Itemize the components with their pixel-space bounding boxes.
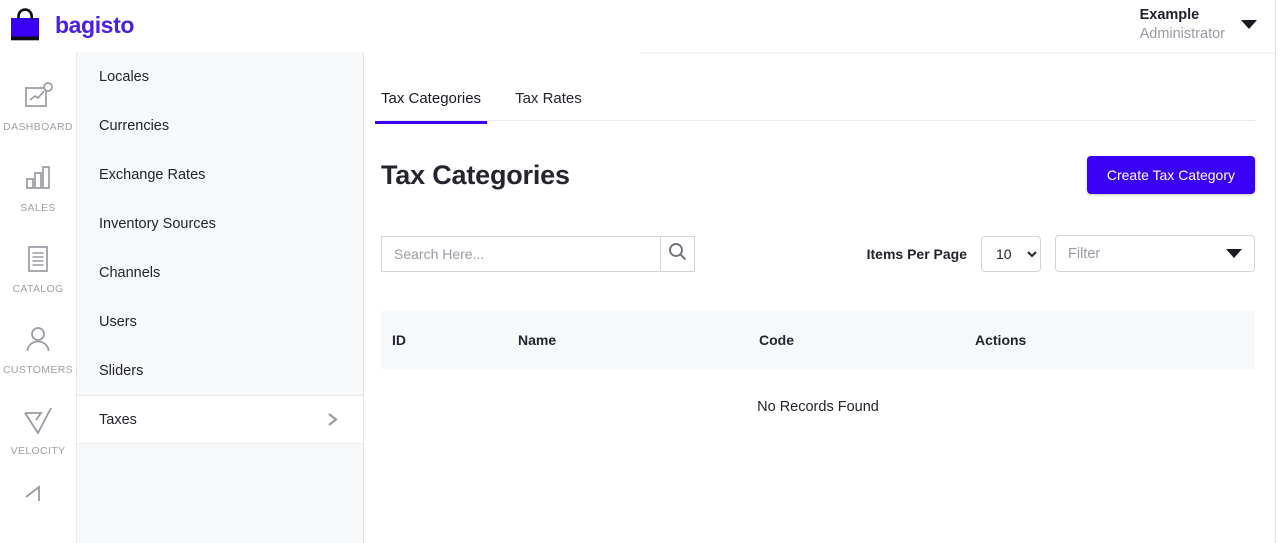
shopping-bag-icon [8,7,45,44]
sidebar-label-velocity: VELOCITY [10,445,66,457]
submenu-label-channels: Channels [99,264,161,281]
tab-tax-categories[interactable]: Tax Categories [374,90,488,124]
column-header-code[interactable]: Code [759,332,975,348]
sidebar-label-customers: CUSTOMERS [2,364,74,376]
submenu-label-currencies: Currencies [99,117,170,134]
search-group [381,235,695,272]
submenu-label-locales: Locales [99,68,149,85]
sidebar-item-customers[interactable]: CUSTOMERS [0,323,76,376]
caret-down-icon [1226,249,1242,258]
user-role: Administrator [1139,25,1225,42]
filter-dropdown[interactable]: Filter [1055,235,1255,272]
submenu-item-currencies[interactable]: Currencies [77,101,363,150]
submenu-item-taxes[interactable]: Taxes [77,395,363,444]
search-button[interactable] [660,235,695,272]
items-per-page-label: Items Per Page [866,245,967,262]
sidebar-item-partial[interactable] [0,485,76,519]
submenu-item-locales[interactable]: Locales [77,52,363,101]
sidebar-label-sales: SALES [20,202,56,214]
submenu-item-users[interactable]: Users [77,297,363,346]
velocity-check-icon [21,404,55,438]
filter-placeholder: Filter [1068,245,1101,262]
sidebar-item-dashboard[interactable]: DASHBOARD [0,80,76,133]
submenu-item-inventory-sources[interactable]: Inventory Sources [77,199,363,248]
create-tax-category-button[interactable]: Create Tax Category [1086,156,1255,194]
brand-name: bagisto [55,12,134,38]
pagination-filter-tools: Items Per Page 10 Filter [867,235,1255,272]
page-right-edge [1275,0,1284,543]
column-header-name[interactable]: Name [518,332,759,348]
submenu-item-exchange-rates[interactable]: Exchange Rates [77,150,363,199]
icon-sidebar: DASHBOARD SALES CATALOG CUSTOMERS VELOCI… [0,52,77,543]
header-shadow [640,52,1275,56]
submenu-label-users: Users [99,313,137,330]
submenu-label-sliders: Sliders [99,362,144,379]
tax-categories-table: ID Name Code Actions No Records Found [381,311,1255,444]
tab-label-tax-rates: Tax Rates [515,90,582,107]
items-per-page-select[interactable]: 10 [981,235,1041,272]
page-title: Tax Categories [381,159,570,190]
submenu-label-exchange-rates: Exchange Rates [99,166,206,183]
submenu-item-sliders[interactable]: Sliders [77,346,363,395]
sidebar-item-sales[interactable]: SALES [0,161,76,214]
document-lines-icon [21,242,55,276]
tab-label-tax-categories: Tax Categories [381,90,482,107]
bar-chart-icon [21,161,55,195]
user-info: Example Administrator [1140,6,1225,44]
search-icon [667,241,688,267]
sidebar-label-dashboard: DASHBOARD [3,121,73,133]
brand-logo[interactable]: bagisto [8,7,134,44]
sidebar-item-velocity[interactable]: VELOCITY [0,404,76,457]
top-header: bagisto Example Administrator [0,0,1275,52]
submenu-item-channels[interactable]: Channels [77,248,363,297]
main-content: Tax Categories Tax Rates Tax Categories … [364,52,1275,543]
dashboard-icon [21,80,55,114]
sidebar-item-catalog[interactable]: CATALOG [0,242,76,295]
partial-cut-icon [21,485,55,519]
empty-state-message: No Records Found [757,398,879,415]
page-header-row: Tax Categories Create Tax Category [381,156,1255,194]
column-header-id[interactable]: ID [381,332,518,348]
tab-tax-rates[interactable]: Tax Rates [515,90,582,123]
chevron-right-icon [324,411,341,428]
caret-down-icon[interactable] [1241,20,1257,30]
sidebar-label-catalog: CATALOG [12,283,64,295]
submenu-label-taxes: Taxes [99,411,137,428]
settings-submenu: Locales Currencies Exchange Rates Invent… [77,52,364,543]
user-menu[interactable]: Example Administrator [1140,6,1257,44]
submenu-label-inventory-sources: Inventory Sources [99,215,216,232]
table-header-row: ID Name Code Actions [381,311,1255,369]
user-name: Example [1139,7,1200,23]
person-icon [21,323,55,357]
admin-page: bagisto Example Administrator DASHBOARD [0,0,1284,543]
tab-bar: Tax Categories Tax Rates [374,52,1255,124]
search-input[interactable] [381,235,660,272]
list-toolbar: Items Per Page 10 Filter [381,235,1255,272]
column-header-actions: Actions [975,332,1027,348]
